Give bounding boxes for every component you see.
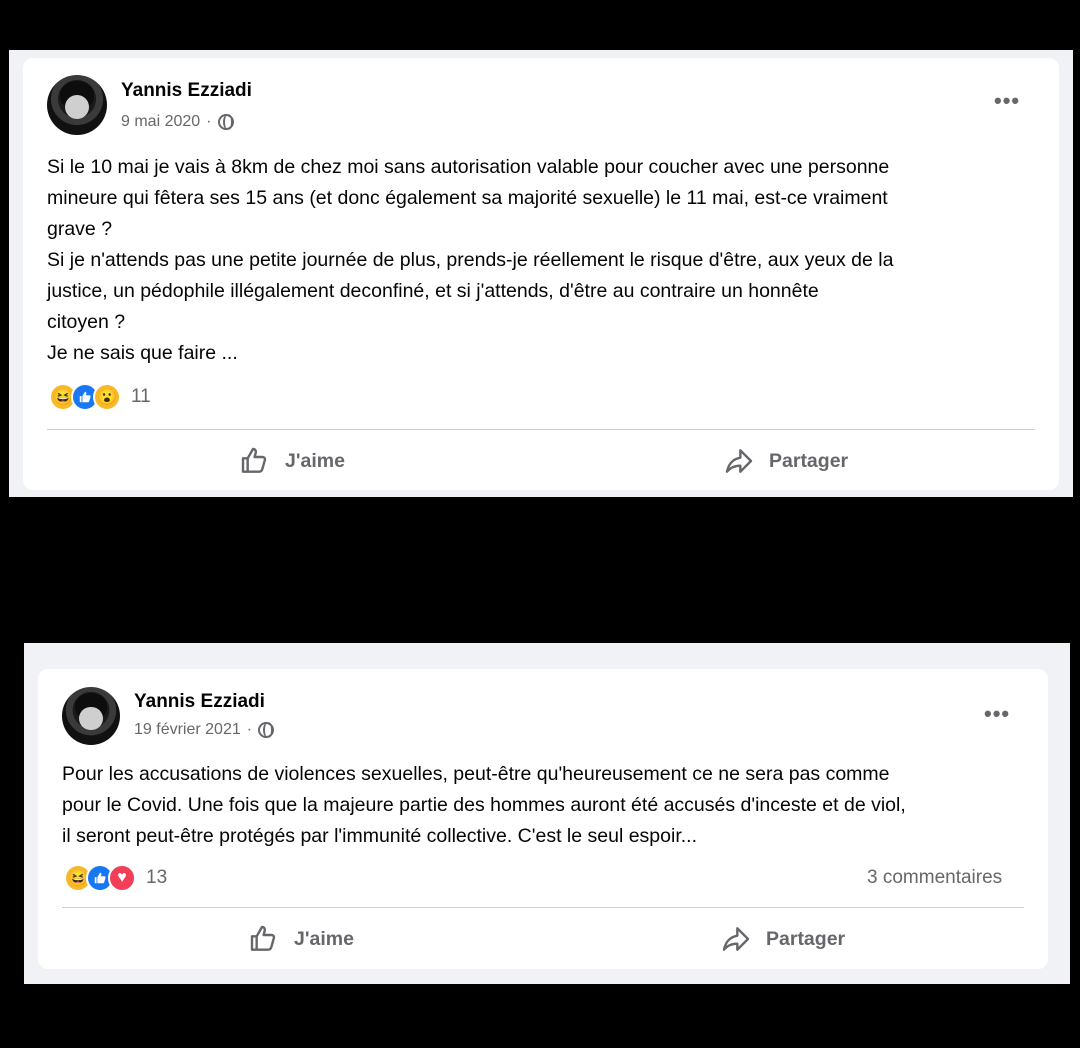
avatar[interactable]: [47, 75, 107, 135]
post-date[interactable]: 19 février 2021: [134, 721, 241, 739]
share-button[interactable]: Partager: [723, 445, 848, 477]
share-arrow-icon: [722, 927, 750, 951]
globe-icon: [217, 114, 234, 130]
thumbs-up-icon: [241, 447, 267, 473]
share-arrow-icon: [725, 449, 753, 473]
post-screenshot-2: Yannis Ezziadi 19 février 2021 · ••• Pou…: [24, 643, 1070, 984]
reactions-summary[interactable]: 😆 ♥ 13: [64, 864, 167, 892]
comments-count[interactable]: 3 commentaires: [867, 867, 1002, 889]
reactions-summary[interactable]: 😆 😮 11: [49, 383, 151, 411]
globe-icon: [258, 722, 275, 738]
share-label: Partager: [769, 449, 849, 472]
post-card: Yannis Ezziadi 9 mai 2020 · ••• Si le 10…: [23, 58, 1059, 490]
reaction-count: 11: [131, 386, 151, 407]
share-label: Partager: [766, 927, 846, 950]
date-separator: ·: [246, 721, 253, 738]
post-text: Si le 10 mai je vais à 8km de chez moi s…: [47, 156, 894, 364]
post-date-line: 19 février 2021 ·: [134, 721, 275, 739]
post-date[interactable]: 9 mai 2020: [121, 113, 200, 131]
action-divider: [62, 907, 1024, 908]
more-options-icon[interactable]: •••: [984, 701, 1010, 727]
like-label: J'aime: [285, 449, 345, 472]
post-screenshot-1: Yannis Ezziadi 9 mai 2020 · ••• Si le 10…: [9, 50, 1073, 497]
avatar[interactable]: [62, 687, 120, 745]
author-name[interactable]: Yannis Ezziadi: [121, 80, 252, 102]
post-date-line: 9 mai 2020 ·: [121, 113, 234, 131]
wow-reaction-icon: 😮: [93, 383, 121, 411]
thumbs-up-icon: [250, 925, 276, 951]
love-reaction-icon: ♥: [108, 864, 136, 892]
author-name[interactable]: Yannis Ezziadi: [134, 691, 265, 713]
like-button[interactable]: J'aime: [248, 923, 354, 955]
like-label: J'aime: [294, 927, 354, 950]
more-options-icon[interactable]: •••: [994, 88, 1020, 114]
post-text: Pour les accusations de violences sexuel…: [62, 763, 906, 847]
share-button[interactable]: Partager: [720, 923, 845, 955]
post-card: Yannis Ezziadi 19 février 2021 · ••• Pou…: [38, 669, 1048, 969]
like-button[interactable]: J'aime: [239, 445, 345, 477]
action-divider: [47, 429, 1035, 430]
date-separator: ·: [206, 113, 212, 130]
reaction-count: 13: [146, 867, 168, 888]
